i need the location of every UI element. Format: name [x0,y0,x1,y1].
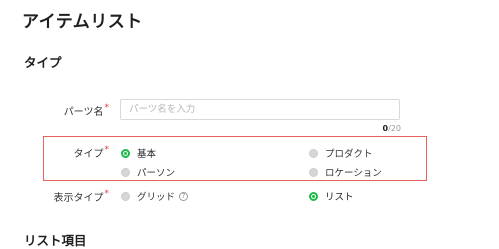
type-radio-location[interactable]: ロケーション [309,165,382,179]
type-label-text: タイプ [73,149,104,160]
radio-unselected-icon [121,191,130,201]
display-type-radio-grid[interactable]: グリッド ? [121,189,189,203]
type-radio-basic[interactable]: 基本 [121,146,156,160]
required-mark: * [104,103,110,113]
radio-selected-icon [121,148,130,158]
display-type-radio-list-label: リスト [325,192,354,203]
section-title-type: タイプ [24,55,62,70]
display-type-radio-list[interactable]: リスト [309,189,354,203]
parts-name-label: パーツ名* [64,103,109,118]
page-title: アイテムリスト [22,12,143,32]
type-radio-person[interactable]: パーソン [121,165,175,179]
question-circle-icon[interactable]: ? [179,191,189,201]
display-type-radio-grid-label: グリッド [137,192,176,203]
type-radio-person-label: パーソン [137,168,176,179]
type-radio-basic-label: 基本 [137,149,157,160]
display-type-label: 表示タイプ* [54,189,110,204]
radio-unselected-icon [121,167,130,177]
char-counter-max: /20 [388,124,401,133]
type-radio-product-label: プロダクト [325,149,373,160]
radio-selected-icon [309,191,318,201]
type-radio-location-label: ロケーション [325,168,382,179]
radio-unselected-icon [309,148,318,158]
section-title-list-items: リスト項目 [24,233,87,248]
radio-unselected-icon [309,167,318,177]
parts-name-input[interactable] [120,99,400,120]
parts-name-label-text: パーツ名 [63,107,104,118]
required-mark: * [104,189,110,199]
type-radio-product[interactable]: プロダクト [309,146,373,160]
type-label: タイプ* [74,145,110,160]
char-counter: 0/20 [383,124,401,133]
required-mark: * [104,145,110,155]
display-type-label-text: 表示タイプ [53,193,104,204]
